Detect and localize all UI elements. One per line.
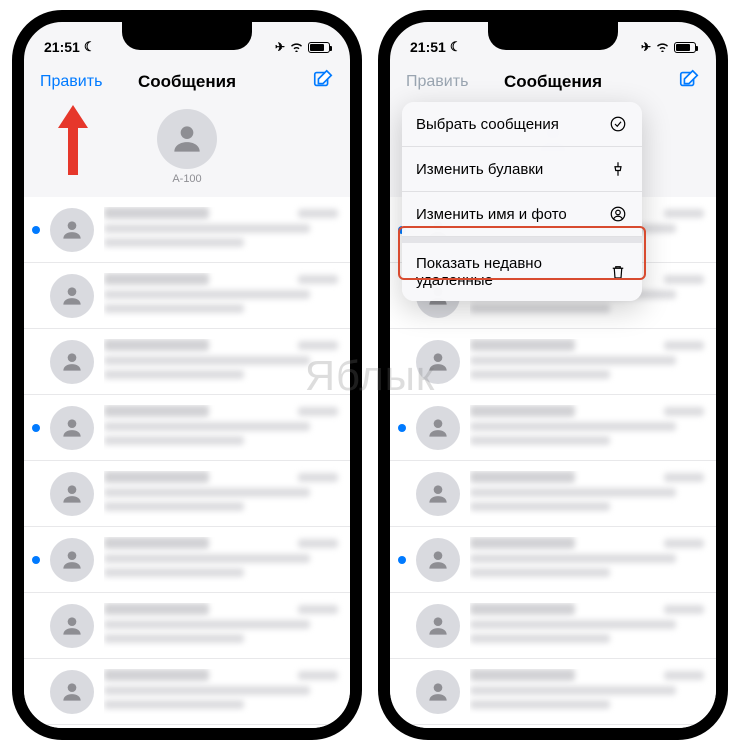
avatar-icon [50,208,94,252]
conversation-row[interactable] [24,527,350,593]
conversation-row[interactable] [24,461,350,527]
dropdown-item-check-circle[interactable]: Выбрать сообщения [402,102,642,147]
status-time: 21:51 [410,39,446,55]
conversation-list[interactable] [24,197,350,740]
dropdown-label: Изменить булавки [416,161,543,178]
wifi-icon [289,39,304,55]
avatar-icon [416,736,460,741]
battery-icon [674,42,696,53]
unread-dot-icon [32,424,40,432]
timestamp [664,275,704,284]
avatar-icon [416,340,460,384]
edit-button[interactable]: Править [406,73,476,91]
phone-left: 21:51 ☾ ✈ Править Сообщения [12,10,362,740]
edit-button[interactable]: Править [40,73,110,91]
notch [122,22,252,50]
avatar-icon [416,406,460,450]
arrow-annotation [48,100,98,180]
avatar-icon [50,406,94,450]
avatar-icon [50,604,94,648]
wifi-icon [655,39,670,55]
dropdown-item-trash[interactable]: Показать недавно удаленные [402,243,642,301]
timestamp [298,209,338,218]
pin-icon [608,159,628,179]
timestamp [298,737,338,740]
phone-right: 21:51 ☾ ✈ Править Сообщения [378,10,728,740]
conversation-row[interactable] [390,329,716,395]
timestamp [664,341,704,350]
airplane-mode-icon: ✈ [275,40,285,54]
nav-bar: Править Сообщения [390,62,716,105]
dropdown-label: Показать недавно удаленные [416,255,596,289]
timestamp [664,407,704,416]
page-title: Сообщения [110,72,264,92]
conversation-row[interactable] [390,527,716,593]
avatar-icon [50,472,94,516]
airplane-mode-icon: ✈ [641,40,651,54]
check-circle-icon [608,114,628,134]
nav-bar: Править Сообщения [24,62,350,105]
page-title: Сообщения [476,72,630,92]
message-preview [104,735,338,740]
conversation-row[interactable] [24,395,350,461]
conversation-row[interactable] [390,593,716,659]
avatar-icon [50,670,94,714]
battery-icon [308,42,330,53]
conversation-row[interactable] [24,725,350,740]
conversation-row[interactable] [24,659,350,725]
status-time: 21:51 [44,39,80,55]
avatar-icon [50,274,94,318]
conversation-row[interactable] [390,461,716,527]
conversation-row[interactable] [24,329,350,395]
avatar-icon [416,670,460,714]
unread-dot-icon [32,556,40,564]
pinned-avatar-icon [157,109,217,169]
avatar-icon [416,472,460,516]
timestamp [664,605,704,614]
conversation-row[interactable] [390,725,716,740]
timestamp [664,209,704,218]
message-preview [470,735,704,740]
conversation-row[interactable] [24,593,350,659]
timestamp [298,407,338,416]
avatar-icon [50,736,94,741]
compose-button[interactable] [312,68,334,90]
unread-dot-icon [398,556,406,564]
conversation-row[interactable] [390,395,716,461]
dropdown-item-pin[interactable]: Изменить булавки [402,147,642,192]
timestamp [298,341,338,350]
timestamp [298,671,338,680]
conversation-row[interactable] [24,263,350,329]
notch [488,22,618,50]
trash-icon [608,262,628,282]
person-circle-icon [608,204,628,224]
compose-button[interactable] [678,68,700,90]
avatar-icon [416,604,460,648]
dnd-moon-icon: ☾ [84,39,96,55]
timestamp [298,605,338,614]
dropdown-item-person-circle[interactable]: Изменить имя и фото [402,192,642,237]
avatar-icon [416,538,460,582]
timestamp [664,473,704,482]
unread-dot-icon [398,424,406,432]
unread-dot-icon [32,226,40,234]
edit-dropdown-menu: Выбрать сообщения Изменить булавки Изменит… [402,102,642,301]
timestamp [298,473,338,482]
dropdown-label: Изменить имя и фото [416,206,567,223]
conversation-row[interactable] [390,659,716,725]
timestamp [664,539,704,548]
dropdown-label: Выбрать сообщения [416,116,559,133]
conversation-row[interactable] [24,197,350,263]
timestamp [664,671,704,680]
avatar-icon [50,538,94,582]
timestamp [298,539,338,548]
timestamp [664,737,704,740]
timestamp [298,275,338,284]
avatar-icon [50,340,94,384]
dnd-moon-icon: ☾ [450,39,462,55]
